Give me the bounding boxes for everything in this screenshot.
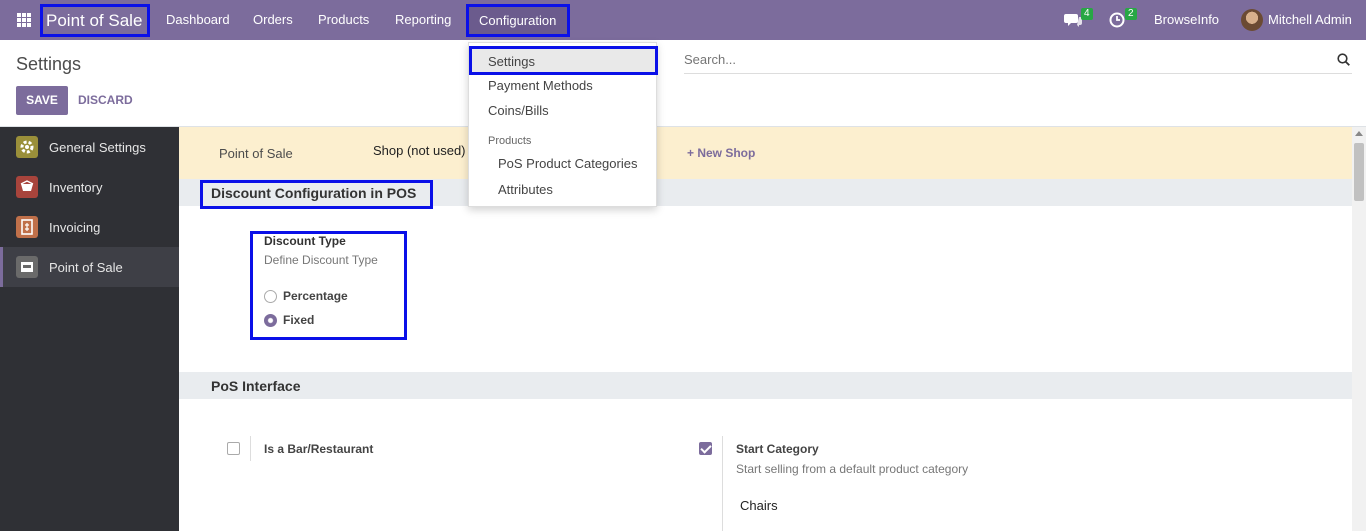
dropdown-item-attributes[interactable]: Attributes: [498, 182, 553, 197]
chat-count-badge: 4: [1081, 8, 1093, 20]
general-settings-icon: [16, 136, 38, 158]
user-avatar[interactable]: [1241, 9, 1263, 31]
radio-button[interactable]: [264, 290, 277, 303]
menu-configuration[interactable]: Configuration: [466, 4, 570, 37]
option-divider: [250, 436, 251, 461]
start-category-description: Start selling from a default product cat…: [736, 462, 969, 476]
discard-button[interactable]: DISCARD: [78, 93, 133, 107]
start-category-select[interactable]: Chairs: [740, 498, 778, 513]
radio-label: Percentage: [283, 289, 348, 303]
dropdown-item-label: Settings: [488, 54, 535, 69]
point-of-sale-icon: [16, 256, 38, 278]
new-shop-button[interactable]: + New Shop: [687, 146, 755, 160]
invoicing-icon: [16, 216, 38, 238]
radio-button[interactable]: [264, 314, 277, 327]
app-brand[interactable]: Point of Sale: [40, 4, 150, 37]
sidebar-item-general-settings[interactable]: General Settings: [0, 127, 179, 167]
sidebar-item-label: Inventory: [49, 180, 103, 195]
radio-label: Fixed: [283, 313, 315, 327]
dropdown-section-header: Products: [488, 135, 532, 147]
inventory-icon: [16, 176, 38, 198]
company-switcher[interactable]: BrowseInfo: [1154, 12, 1219, 27]
discount-section-header: Discount Configuration in POS: [179, 179, 1352, 209]
start-category-label: Start Category: [736, 442, 819, 456]
activity-count-badge: 2: [1125, 8, 1137, 20]
sidebar-item-label: General Settings: [49, 140, 146, 155]
option-divider: [722, 436, 723, 531]
vertical-scrollbar[interactable]: [1352, 127, 1366, 531]
sidebar-item-point-of-sale[interactable]: Point of Sale: [0, 247, 179, 287]
search-input[interactable]: [684, 52, 1304, 67]
save-button[interactable]: SAVE: [16, 86, 68, 115]
start-category-checkbox[interactable]: [699, 442, 712, 455]
activity-clock-icon[interactable]: [1109, 12, 1125, 31]
sidebar-item-invoicing[interactable]: Invoicing: [0, 207, 179, 247]
menu-reporting[interactable]: Reporting: [395, 12, 451, 27]
settings-content: Point of Sale Shop (not used) + New Shop…: [179, 127, 1352, 531]
section-title: PoS Interface: [211, 378, 301, 394]
user-menu[interactable]: Mitchell Admin: [1268, 12, 1352, 27]
menu-orders[interactable]: Orders: [253, 12, 293, 27]
sidebar-item-label: Point of Sale: [49, 260, 123, 275]
dropdown-item-coins-bills[interactable]: Coins/Bills: [488, 103, 549, 118]
discount-type-description: Define Discount Type: [264, 253, 378, 267]
section-title: Discount Configuration in POS: [211, 185, 417, 201]
dropdown-item-payment-methods[interactable]: Payment Methods: [488, 78, 593, 93]
sidebar-item-label: Invoicing: [49, 220, 101, 235]
search-bar: [684, 48, 1352, 74]
sidebar-item-inventory[interactable]: Inventory: [0, 167, 179, 207]
menu-dashboard[interactable]: Dashboard: [166, 12, 230, 27]
dropdown-item-settings[interactable]: Settings: [469, 46, 658, 75]
dropdown-item-pos-product-categories[interactable]: PoS Product Categories: [498, 156, 637, 171]
shop-label: Point of Sale: [219, 146, 293, 161]
settings-sidebar: General Settings Inventory Invoicing Poi…: [0, 127, 179, 531]
pos-interface-section-header: PoS Interface: [179, 372, 1352, 399]
top-navbar: Point of Sale Dashboard Orders Products …: [0, 0, 1366, 40]
discount-type-title: Discount Type: [264, 234, 346, 248]
shop-select[interactable]: Shop (not used): [373, 143, 466, 158]
chat-icon[interactable]: [1064, 12, 1082, 31]
bar-restaurant-label: Is a Bar/Restaurant: [264, 442, 374, 456]
search-icon[interactable]: [1337, 53, 1350, 66]
apps-menu-icon[interactable]: [17, 13, 31, 27]
shop-selector-bar: Point of Sale Shop (not used) + New Shop: [179, 127, 1352, 179]
scrollbar-thumb[interactable]: [1354, 143, 1364, 201]
bar-restaurant-checkbox[interactable]: [227, 442, 240, 455]
scroll-up-arrow-icon[interactable]: [1355, 131, 1363, 136]
page-title: Settings: [16, 54, 82, 74]
configuration-dropdown: Settings Payment Methods Coins/Bills Pro…: [468, 42, 658, 207]
menu-products[interactable]: Products: [318, 12, 369, 27]
